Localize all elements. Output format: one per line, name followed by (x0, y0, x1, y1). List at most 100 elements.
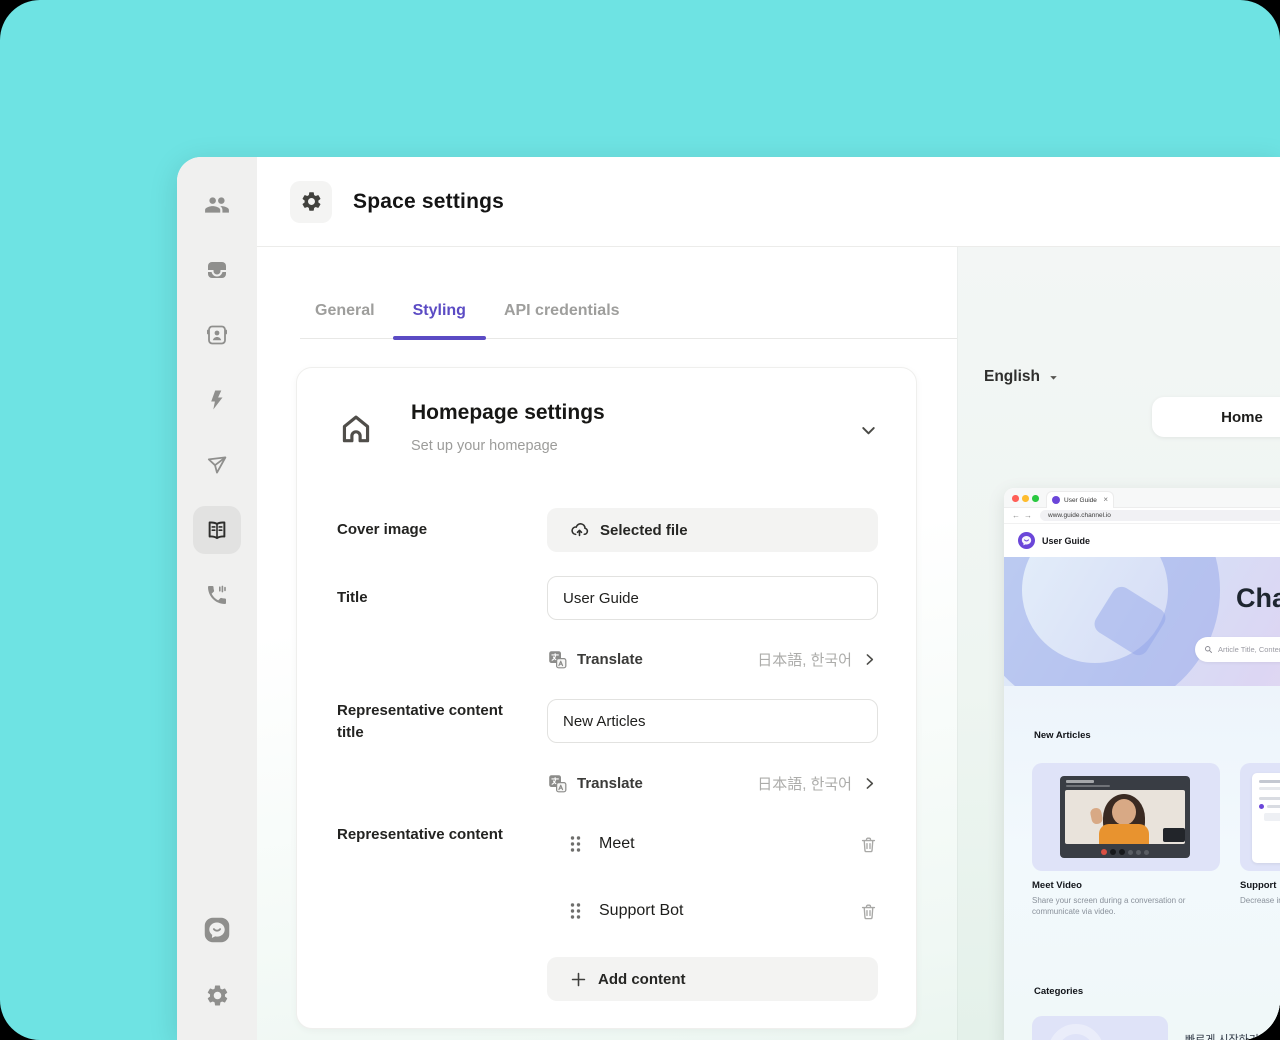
favicon (1052, 496, 1060, 504)
new-articles-heading: New Articles (1034, 730, 1091, 741)
card-title: Homepage settings (411, 401, 605, 424)
gear-icon (205, 983, 230, 1008)
tab-general[interactable]: General (315, 283, 375, 338)
caret-down-icon (1047, 371, 1060, 384)
article-description: Share your screen during a conversation … (1032, 896, 1186, 916)
card-subtitle: Set up your homepage (411, 438, 558, 454)
sidebar-item-guide[interactable] (193, 506, 241, 554)
forward-arrow-icon[interactable]: → (1024, 511, 1032, 520)
browser-address-bar: ← → www.guide.channel.io (1004, 508, 1280, 524)
back-arrow-icon[interactable]: ← (1012, 511, 1020, 520)
article-card-meet-video[interactable]: Meet Video Share your screen during a co… (1032, 763, 1220, 918)
main-area: Space settings General Styling API crede… (257, 157, 1280, 1040)
article-card-support[interactable]: Support Decrease inquiries (1240, 763, 1280, 907)
presentation-canvas: Space settings General Styling API crede… (0, 0, 1280, 1040)
browser-titlebar: User Guide × (1004, 488, 1280, 508)
browser-tab[interactable]: User Guide × (1046, 491, 1114, 508)
app-window: Space settings General Styling API crede… (177, 157, 1280, 1040)
settings-content: General Styling API credentials Homepage… (257, 247, 1280, 1040)
app-sidebar (177, 157, 257, 1040)
sidebar-channel-logo[interactable] (193, 906, 241, 954)
content-item-row: Meet (547, 824, 878, 864)
category-card[interactable] (1032, 1016, 1168, 1040)
inbox-icon (205, 258, 229, 282)
upload-cloud-icon (569, 520, 590, 541)
categories-heading: Categories (1034, 986, 1084, 997)
search-placeholder: Article Title, Content (1218, 645, 1280, 654)
drag-handle-icon[interactable] (568, 834, 583, 854)
translate-row-title[interactable]: Translate 日本語, 한국어 (547, 644, 878, 674)
teal-background: Space settings General Styling API crede… (0, 0, 1280, 1040)
site-logo-icon (1018, 532, 1035, 549)
translate-icon (547, 649, 568, 670)
article-title: Support (1240, 880, 1277, 891)
close-traffic-light[interactable] (1012, 495, 1019, 502)
sidebar-settings-button[interactable] (193, 971, 241, 1019)
lightning-icon (205, 388, 229, 412)
hero-heading: Cha (1236, 583, 1280, 613)
url-field[interactable]: www.guide.channel.io (1040, 510, 1280, 521)
selected-file-label: Selected file (600, 521, 688, 539)
sidebar-item-contacts[interactable] (193, 311, 241, 359)
clipped-text-fragment: 빠르게 시작하기 (1185, 1034, 1259, 1040)
chevron-down-icon[interactable] (858, 420, 879, 441)
tab-api-credentials[interactable]: API credentials (504, 283, 620, 338)
site-header: User Guide (1004, 524, 1280, 557)
trash-icon[interactable] (859, 835, 878, 854)
plus-icon (569, 970, 588, 989)
home-icon (337, 410, 375, 448)
preview-nav-home[interactable]: Home (1152, 397, 1280, 437)
contact-card-icon (205, 323, 229, 347)
trash-icon[interactable] (859, 902, 878, 921)
browser-mockup: User Guide × ← → www.guide.channel.io Us… (1004, 488, 1280, 1040)
site-title: User Guide (1042, 535, 1091, 546)
content-item-row: Support Bot (547, 891, 878, 931)
browser-tab-title: User Guide (1064, 496, 1097, 504)
article-thumbnail (1032, 763, 1220, 871)
minimize-traffic-light[interactable] (1022, 495, 1029, 502)
send-icon (205, 453, 229, 477)
translate-languages: 日本語, 한국어 (757, 775, 852, 793)
cover-image-label: Cover image (337, 521, 428, 538)
translate-icon (547, 773, 568, 794)
preview-panel: English Home User Guide × ← → www.guide.… (957, 247, 1280, 1040)
tab-bar: General Styling API credentials (300, 283, 958, 340)
article-search-box[interactable]: Article Title, Content (1195, 637, 1280, 662)
translate-row-rep-title[interactable]: Translate 日本語, 한국어 (547, 768, 878, 798)
sidebar-item-campaigns[interactable] (193, 441, 241, 489)
add-content-button[interactable]: Add content (547, 957, 878, 1001)
search-icon (1204, 645, 1213, 654)
sidebar-item-inbox[interactable] (193, 246, 241, 294)
page-title: Space settings (353, 189, 505, 213)
guide-book-icon (204, 517, 230, 543)
article-thumbnail (1240, 763, 1280, 871)
drag-handle-icon[interactable] (568, 901, 583, 921)
page-header: Space settings (257, 157, 1280, 247)
rep-content-title-input[interactable] (547, 699, 878, 743)
sidebar-item-team[interactable] (193, 181, 241, 229)
sidebar-item-automation[interactable] (193, 376, 241, 424)
channel-logo-icon (203, 916, 231, 944)
content-item-label: Meet (599, 835, 635, 852)
chevron-right-icon (861, 651, 878, 668)
title-input[interactable] (547, 576, 878, 620)
article-description: Decrease inquiries (1240, 896, 1280, 905)
rep-content-label: Representative content (337, 826, 503, 843)
phone-icon (205, 583, 229, 607)
language-selector[interactable]: English (984, 368, 1060, 386)
close-tab-icon[interactable]: × (1103, 496, 1108, 504)
gear-icon (300, 190, 323, 213)
homepage-settings-card: Homepage settings Set up your homepage C… (296, 367, 917, 1029)
team-icon (204, 192, 230, 218)
chat-widget-mock (1252, 773, 1280, 863)
chevron-right-icon (861, 775, 878, 792)
title-label: Title (337, 589, 368, 606)
page-header-icon-box (290, 180, 332, 223)
translate-label: Translate (577, 774, 643, 792)
language-label: English (984, 368, 1040, 385)
sidebar-item-calls[interactable] (193, 571, 241, 619)
tab-styling[interactable]: Styling (392, 283, 487, 340)
maximize-traffic-light[interactable] (1032, 495, 1039, 502)
selected-file-button[interactable]: Selected file (547, 508, 878, 552)
site-body: New Articles Meet Video Share your scree… (1004, 686, 1280, 1040)
